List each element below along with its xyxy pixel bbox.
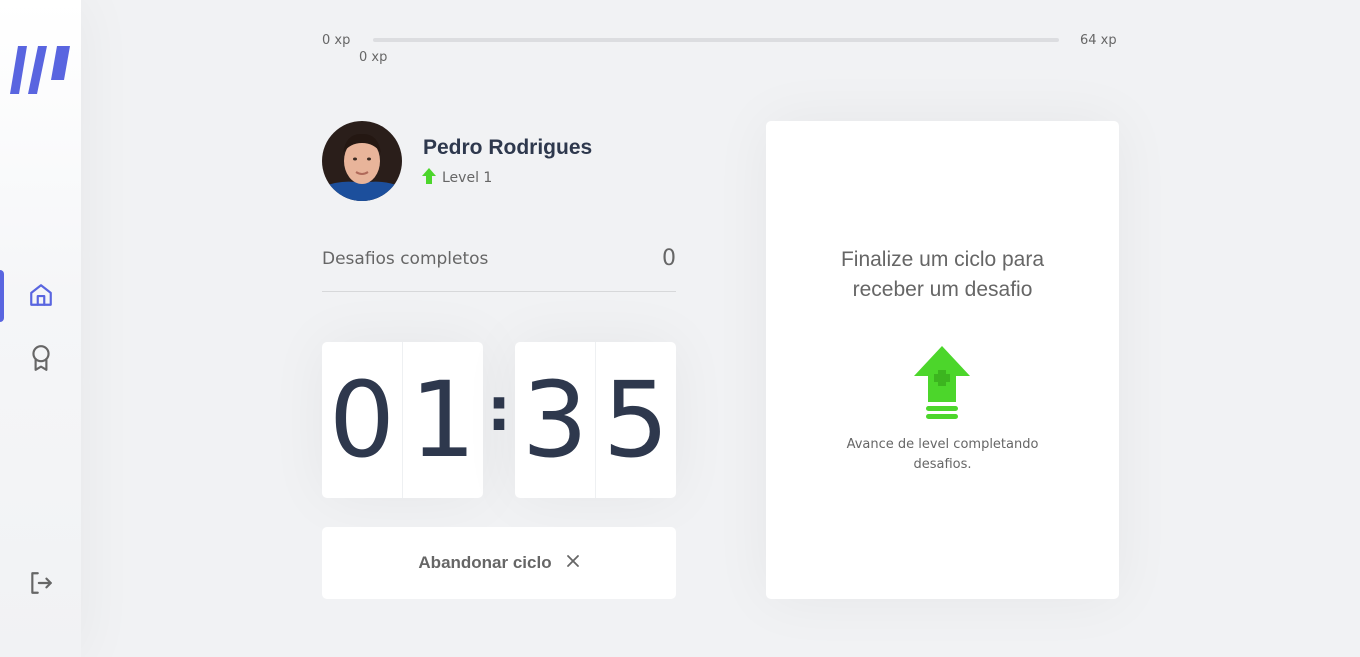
nav-home[interactable]: [0, 272, 81, 322]
completed-challenges-label: Desafios completos: [322, 249, 489, 269]
completed-challenges-count: 0: [662, 246, 676, 271]
seconds-tens-digit: 3: [515, 342, 596, 498]
abandon-cycle-label: Abandonar ciclo: [418, 553, 552, 572]
countdown-separator: :: [487, 375, 511, 445]
level-up-icon: [914, 346, 970, 424]
close-icon: [566, 553, 580, 573]
countdown-minutes: 0 1: [322, 342, 483, 498]
xp-start-label: 0 xp: [322, 33, 351, 48]
challenge-box-hint: Avance de level completando desafios.: [846, 437, 1039, 472]
abandon-cycle-button[interactable]: Abandonar ciclo: [322, 527, 676, 599]
home-icon: [28, 282, 54, 312]
app-logo: [10, 44, 70, 96]
xp-end-label: 64 xp: [1080, 33, 1117, 48]
award-icon: [28, 344, 54, 376]
minutes-ones-digit: 1: [409, 359, 477, 481]
profile-name: Pedro Rodrigues: [423, 136, 593, 159]
logout-icon: [28, 570, 54, 600]
level-up-arrow-icon: [422, 168, 436, 188]
profile-level: Level 1: [422, 168, 492, 188]
seconds-ones-digit: 5: [602, 359, 670, 481]
completed-challenges: Desafios completos 0: [322, 246, 676, 292]
xp-progress-bar: [373, 38, 1059, 42]
logout-button[interactable]: [0, 560, 81, 610]
sidebar: [0, 0, 81, 657]
minutes-tens-digit: 0: [322, 342, 403, 498]
nav-leaderboard[interactable]: [0, 335, 81, 385]
challenge-box: Finalize um ciclo para receber um desafi…: [766, 121, 1119, 599]
challenge-box-title: Finalize um ciclo para receber um desafi…: [840, 248, 1045, 301]
countdown-seconds: 3 5: [515, 342, 676, 498]
xp-current-label: 0 xp: [359, 50, 388, 65]
level-label: Level 1: [442, 170, 493, 186]
avatar: [322, 121, 402, 201]
